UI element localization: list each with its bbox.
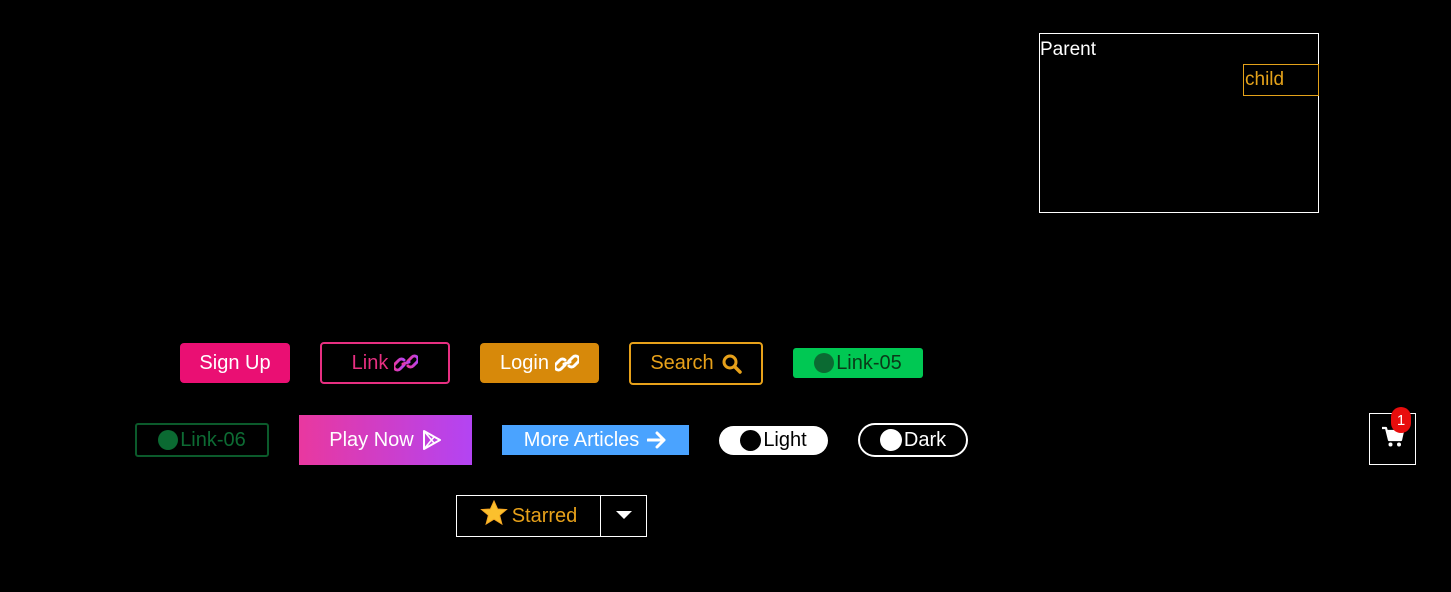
more-articles-button[interactable]: More Articles: [502, 425, 689, 455]
page: Parent child Sign Up Link Login Search L…: [0, 0, 1451, 592]
link-05-button[interactable]: Link-05: [793, 348, 923, 378]
play-now-label: Play Now: [329, 428, 414, 451]
light-toggle-button[interactable]: Light: [719, 426, 828, 455]
search-button[interactable]: Search: [629, 342, 763, 385]
search-label: Search: [650, 352, 714, 374]
cart-button[interactable]: 1: [1369, 407, 1416, 465]
cart-count-badge: 1: [1391, 407, 1411, 433]
link-06-button[interactable]: Link-06: [135, 423, 269, 457]
parent-label: Parent: [1040, 39, 1096, 60]
link-button[interactable]: Link: [320, 342, 450, 384]
starred-split-button: Starred: [456, 495, 647, 537]
starred-label: Starred: [511, 504, 578, 527]
login-button[interactable]: Login: [480, 343, 599, 383]
circle-icon: [814, 353, 835, 373]
caret-down-icon: [615, 507, 633, 525]
light-label: Light: [763, 429, 807, 451]
link-icon: [554, 353, 579, 373]
toggle-knob-icon: [879, 429, 902, 451]
sign-up-button[interactable]: Sign Up: [180, 343, 290, 383]
link-05-label: Link-05: [836, 351, 902, 374]
sign-up-label: Sign Up: [199, 351, 271, 374]
child-box: child: [1243, 64, 1319, 96]
circle-icon: [158, 430, 179, 450]
toggle-knob-icon: [740, 430, 762, 451]
more-articles-label: More Articles: [523, 428, 640, 451]
search-icon: [722, 354, 742, 374]
arrow-right-icon: [647, 431, 667, 449]
dark-toggle-button[interactable]: Dark: [858, 423, 968, 457]
parent-box: Parent child: [1039, 33, 1319, 213]
dark-label: Dark: [903, 428, 947, 451]
star-icon: [479, 499, 508, 532]
login-label: Login: [500, 351, 549, 374]
play-now-button[interactable]: Play Now: [299, 415, 472, 465]
link-label: Link: [351, 351, 389, 374]
link-icon: [394, 353, 419, 373]
starred-dropdown-button[interactable]: [601, 496, 646, 536]
starred-button[interactable]: Starred: [457, 496, 601, 536]
link-06-label: Link-06: [180, 428, 246, 451]
play-store-icon: [422, 430, 442, 450]
